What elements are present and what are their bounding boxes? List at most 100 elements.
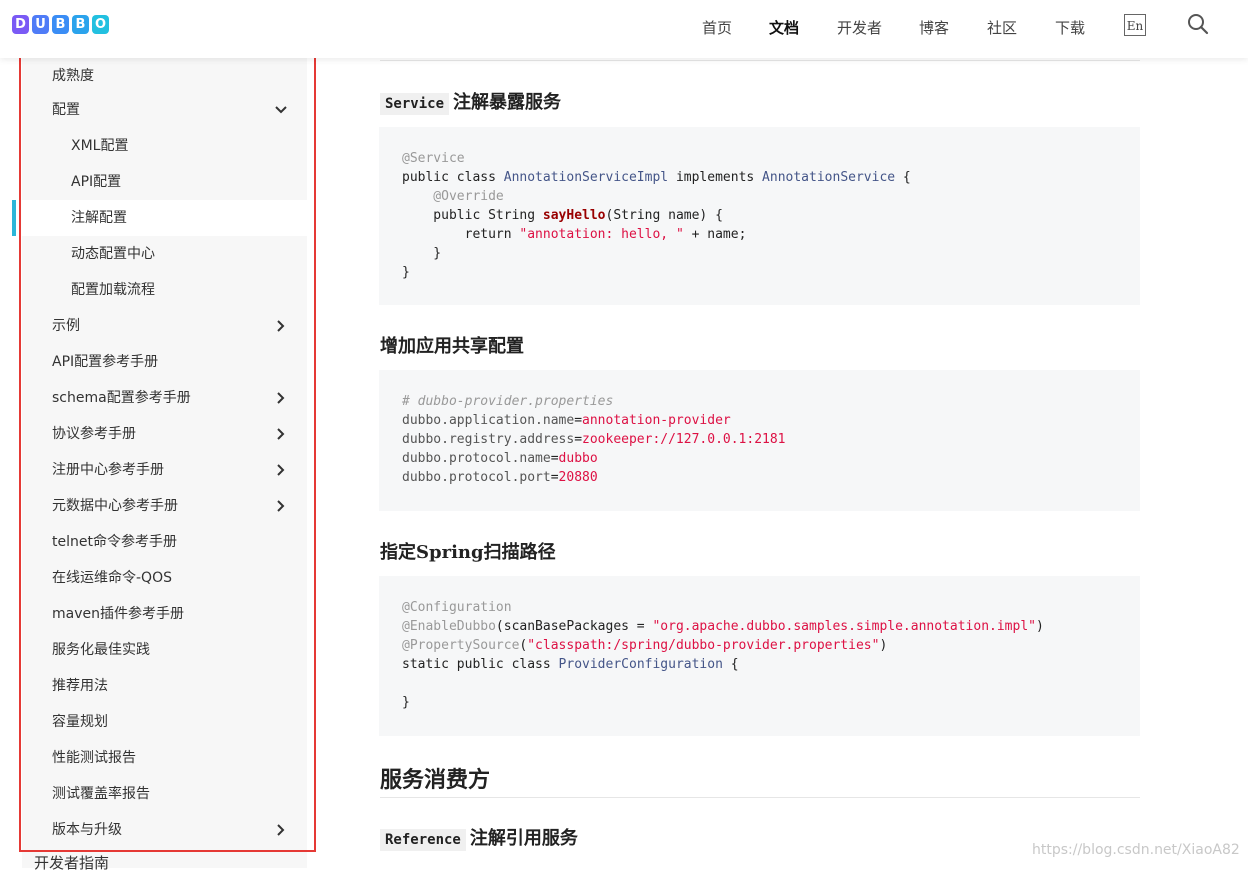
sidebar-item-qos[interactable]: 在线运维命令-QOS [22, 560, 307, 596]
sidebar-item-recommended-usage[interactable]: 推荐用法 [22, 668, 307, 704]
sidebar-item-api-reference[interactable]: API配置参考手册 [22, 344, 307, 380]
code-line: dubbo.application.name=annotation-provid… [402, 411, 1140, 430]
code-token: ) [1035, 619, 1044, 634]
docs-sidebar: 成熟度 配置 XML配置 API配置 注解配置 动态配置中心 配置加载流程 示例… [22, 58, 307, 868]
search-icon[interactable] [1186, 12, 1210, 36]
sidebar-item-telnet-reference[interactable]: telnet命令参考手册 [22, 524, 307, 560]
divider [380, 60, 1140, 61]
code-token: dubbo.protocol.port [402, 470, 551, 485]
sidebar-item-label: 注册中心参考手册 [52, 462, 164, 478]
heading-text: 指定Spring扫描路径 [380, 542, 556, 563]
code-line: dubbo.protocol.port=20880 [402, 468, 1140, 487]
sidebar-item-label: 服务化最佳实践 [52, 642, 150, 658]
sidebar-item-maturity[interactable]: 成熟度 [22, 58, 307, 94]
code-token: @Configuration [402, 600, 512, 615]
sidebar-item-label: 成熟度 [52, 68, 94, 84]
top-header: D U B B O 首页 文档 开发者 博客 社区 下载 En [0, 0, 1248, 58]
heading-text: 注解引用服务 [469, 828, 578, 849]
code-token: ) [879, 638, 888, 653]
code-token: dubbo.application.name [402, 413, 575, 428]
section-heading: Service 注解暴露服务 [380, 88, 561, 115]
sidebar-item-capacity-planning[interactable]: 容量规划 [22, 704, 307, 740]
active-indicator [12, 200, 16, 236]
nav-docs[interactable]: 文档 [769, 17, 799, 38]
code-line: @Configuration [402, 598, 1140, 617]
code-line: dubbo.registry.address=zookeeper://127.0… [402, 430, 1140, 449]
sidebar-item-performance-report[interactable]: 性能测试报告 [22, 740, 307, 776]
sidebar-item-label: 测试覆盖率报告 [52, 786, 150, 802]
sidebar-item-label: 性能测试报告 [52, 750, 136, 766]
chevron-right-icon [277, 428, 285, 440]
sidebar-item-label: API配置 [71, 174, 122, 190]
code-token: implements [668, 170, 763, 185]
code-token: dubbo.registry.address [402, 432, 575, 447]
code-line: # dubbo-provider.properties [402, 392, 1140, 411]
sidebar-item-annotation-config[interactable]: 注解配置 [22, 200, 307, 236]
code-token: public String [402, 208, 543, 223]
dubbo-logo[interactable]: D U B B O [12, 15, 109, 34]
sidebar-item-versions-upgrade[interactable]: 版本与升级 [22, 812, 307, 848]
code-line: dubbo.protocol.name=dubbo [402, 449, 1140, 468]
code-token: @PropertySource [402, 638, 520, 653]
nav-download[interactable]: 下载 [1055, 17, 1085, 38]
sidebar-item-developer-guide[interactable]: 开发者指南 [34, 852, 109, 873]
code-token: } [402, 695, 410, 710]
sidebar-item-config[interactable]: 配置 [22, 92, 307, 128]
sidebar-item-coverage-report[interactable]: 测试覆盖率报告 [22, 776, 307, 812]
sidebar-item-protocol-reference[interactable]: 协议参考手册 [22, 416, 307, 452]
sidebar-item-label: XML配置 [71, 138, 129, 154]
nav-home[interactable]: 首页 [702, 17, 732, 38]
code-token: @EnableDubbo [402, 619, 496, 634]
code-token: @Override [402, 189, 504, 204]
code-token: dubbo [558, 451, 598, 466]
code-block: @Configuration @EnableDubbo(scanBasePack… [379, 576, 1140, 736]
sidebar-item-label: 在线运维命令-QOS [52, 570, 172, 586]
code-line: public String sayHello(String name) { [402, 206, 1140, 225]
chevron-right-icon [277, 824, 285, 836]
sidebar-item-label: 推荐用法 [52, 678, 108, 694]
code-token: public class [402, 170, 504, 185]
sidebar-item-schema-reference[interactable]: schema配置参考手册 [22, 380, 307, 416]
sidebar-item-label: 动态配置中心 [71, 246, 155, 262]
sidebar-item-metadata-reference[interactable]: 元数据中心参考手册 [22, 488, 307, 524]
code-token: (scanBasePackages = [495, 619, 653, 634]
logo-letter: B [72, 15, 89, 34]
code-token: zookeeper://127.0.0.1:2181 [582, 432, 786, 447]
code-token: 20880 [558, 470, 598, 485]
sidebar-item-label: 配置加载流程 [71, 282, 155, 298]
nav-blog[interactable]: 博客 [919, 17, 949, 38]
sidebar-item-label: 版本与升级 [52, 822, 122, 838]
sidebar-item-config-loading[interactable]: 配置加载流程 [22, 272, 307, 308]
language-toggle-button[interactable]: En [1124, 14, 1146, 36]
sidebar-item-dynamic-config-center[interactable]: 动态配置中心 [22, 236, 307, 272]
sidebar-item-registry-reference[interactable]: 注册中心参考手册 [22, 452, 307, 488]
logo-letter: U [32, 15, 49, 34]
chevron-right-icon [277, 500, 285, 512]
sidebar-item-examples[interactable]: 示例 [22, 308, 307, 344]
sidebar-item-label: API配置参考手册 [52, 354, 159, 370]
sidebar-item-label: 注解配置 [71, 210, 127, 226]
code-line: @EnableDubbo(scanBasePackages = "org.apa… [402, 617, 1140, 636]
sidebar-item-label: 协议参考手册 [52, 426, 136, 442]
sidebar-item-best-practice[interactable]: 服务化最佳实践 [22, 632, 307, 668]
code-token: ProviderConfiguration [558, 657, 723, 672]
code-line: static public class ProviderConfiguratio… [402, 655, 1140, 674]
code-token: "classpath:/spring/dubbo-provider.proper… [527, 638, 880, 653]
sidebar-item-xml-config[interactable]: XML配置 [22, 128, 307, 164]
sidebar-item-api-config[interactable]: API配置 [22, 164, 307, 200]
watermark: https://blog.csdn.net/XiaoA82 [1032, 842, 1240, 858]
nav-community[interactable]: 社区 [987, 17, 1017, 38]
chevron-down-icon [275, 106, 287, 114]
code-token: AnnotationServiceImpl [503, 170, 669, 185]
heading-text: 增加应用共享配置 [380, 336, 524, 357]
code-token: = [574, 432, 583, 447]
code-token: AnnotationService [762, 170, 896, 185]
sidebar-item-label: telnet命令参考手册 [52, 534, 177, 550]
sidebar-item-maven-plugin[interactable]: maven插件参考手册 [22, 596, 307, 632]
nav-developers[interactable]: 开发者 [837, 17, 882, 38]
code-token: { [722, 657, 739, 672]
code-token: return [402, 227, 520, 242]
logo-letter: D [12, 15, 29, 34]
code-token: static public class [402, 657, 559, 672]
code-token: } [402, 246, 442, 261]
